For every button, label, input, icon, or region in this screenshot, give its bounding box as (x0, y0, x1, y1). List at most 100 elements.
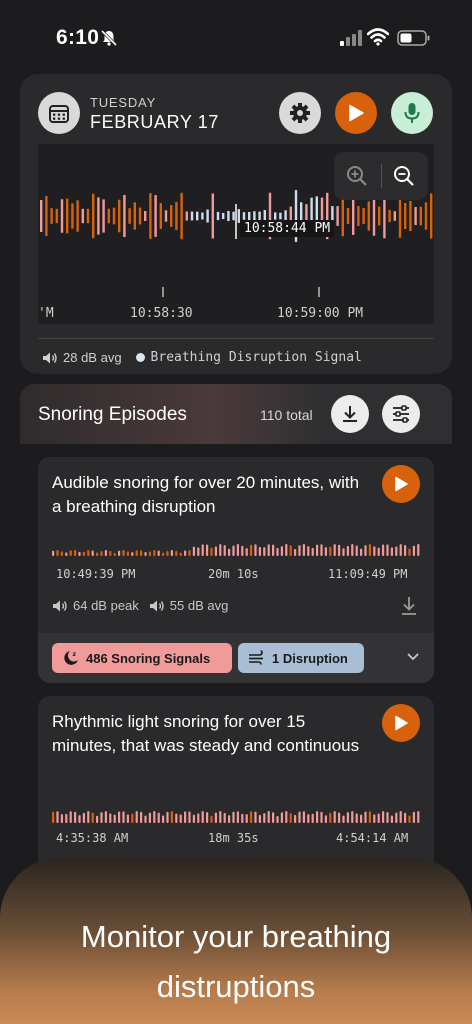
waveform-bar (180, 192, 183, 240)
waveform-bar (367, 201, 370, 231)
status-bar: 6:10 (0, 0, 472, 70)
chevron-down-icon[interactable] (406, 652, 420, 662)
waveform-bar (133, 202, 136, 230)
strip-bar (346, 812, 349, 823)
zoom-separator (381, 164, 382, 188)
play-button[interactable] (335, 92, 377, 134)
episode-start-time: 4:35:38 AM (56, 831, 129, 845)
strip-bar (214, 812, 217, 823)
sliders-icon (393, 405, 409, 423)
strip-bar (289, 545, 292, 556)
download-icon[interactable] (400, 596, 418, 616)
calendar-button[interactable] (38, 92, 80, 134)
episode-play-button[interactable] (382, 704, 420, 742)
waveform-bar (274, 212, 277, 220)
strip-bar (417, 544, 420, 556)
strip-bar (87, 811, 90, 823)
waveform-bar (123, 194, 126, 238)
strip-bar (179, 814, 182, 823)
strip-bar (368, 811, 371, 823)
episode-tags: z 486 Snoring Signals 1 Disruption (38, 633, 434, 683)
snoring-signals-tag[interactable]: z 486 Snoring Signals (52, 643, 232, 673)
episode-description: Audible snoring for over 20 minutes, wit… (52, 473, 360, 516)
zoom-out-icon[interactable] (393, 165, 415, 187)
strip-bar (294, 548, 297, 556)
strip-bar (166, 550, 169, 556)
strip-bar (170, 811, 173, 823)
waveform-bar (66, 198, 69, 234)
strip-bar (333, 811, 336, 823)
strip-bar (241, 813, 244, 823)
promo-text: Monitor your breathing distruptions (0, 912, 472, 1012)
waveform-bar (414, 206, 417, 226)
strip-bar (302, 811, 305, 823)
speaker-icon (43, 352, 57, 363)
waveform-legend: 28 dB avg Breathing Disruption Signal (42, 350, 362, 365)
strip-bar (412, 545, 415, 556)
divider (38, 338, 434, 339)
waveform-bar (76, 200, 79, 232)
strip-bar (250, 811, 253, 823)
strip-bar (280, 546, 283, 556)
battery-icon (397, 30, 430, 46)
strip-bar (404, 812, 407, 823)
strip-bar (214, 546, 217, 556)
avg-db-label: 28 dB avg (63, 350, 122, 365)
episode-start-time: 10:49:39 PM (56, 567, 136, 581)
strip-bar (197, 547, 200, 556)
strip-bar (74, 550, 77, 556)
strip-bar (175, 813, 178, 823)
waveform-bar (45, 196, 48, 236)
strip-bar (390, 547, 393, 556)
strip-bar (368, 544, 371, 556)
strip-bar (395, 546, 398, 556)
strip-bar (78, 815, 81, 823)
strip-bar (342, 548, 345, 556)
strip-bar (184, 811, 187, 823)
download-icon (343, 406, 357, 422)
strip-bar (153, 550, 156, 556)
strip-bar (56, 811, 59, 823)
strip-bar (412, 811, 415, 823)
strip-bar (201, 811, 204, 823)
waveform-bar (190, 211, 194, 221)
waveform-bar (393, 211, 396, 221)
strip-bar (258, 546, 261, 556)
episode-card[interactable]: Audible snoring for over 20 minutes, wit… (38, 457, 434, 683)
strip-bar (324, 815, 327, 823)
peak-db-label: 64 dB peak (73, 598, 139, 613)
settings-button[interactable] (279, 92, 321, 134)
zoom-in-icon[interactable] (346, 165, 368, 187)
strip-bar (254, 811, 257, 823)
strip-bar (223, 545, 226, 556)
strip-bar (338, 544, 341, 556)
strip-bar (140, 811, 143, 823)
episode-play-button[interactable] (382, 465, 420, 503)
waveform-bar (81, 208, 84, 224)
strip-bar (329, 812, 332, 823)
strip-bar (228, 815, 231, 823)
waveform-viewer[interactable]: 10:58:44 PM 'M 10:58:30 10:59:00 PM (38, 144, 434, 324)
strip-bar (162, 552, 165, 556)
microphone-button[interactable] (391, 92, 433, 134)
waveform-bar (419, 206, 422, 226)
strip-bar (192, 546, 195, 556)
strip-bar (355, 813, 358, 823)
strip-bar (351, 544, 354, 556)
filter-button[interactable] (382, 395, 420, 433)
waveform-bar (86, 208, 90, 224)
strip-bar (386, 811, 389, 823)
gear-icon (290, 103, 310, 123)
strip-bar (175, 551, 178, 556)
strip-bar (302, 544, 305, 556)
waveform-bar (201, 212, 204, 220)
strip-bar (272, 544, 275, 556)
waveform-bar (144, 210, 147, 222)
waveform-bar (149, 193, 152, 239)
strip-bar (100, 812, 103, 823)
strip-bar (417, 811, 420, 823)
download-all-button[interactable] (331, 395, 369, 433)
strip-bar (364, 545, 367, 556)
disruption-tag[interactable]: 1 Disruption (238, 643, 364, 673)
waveform-bar (159, 203, 162, 229)
